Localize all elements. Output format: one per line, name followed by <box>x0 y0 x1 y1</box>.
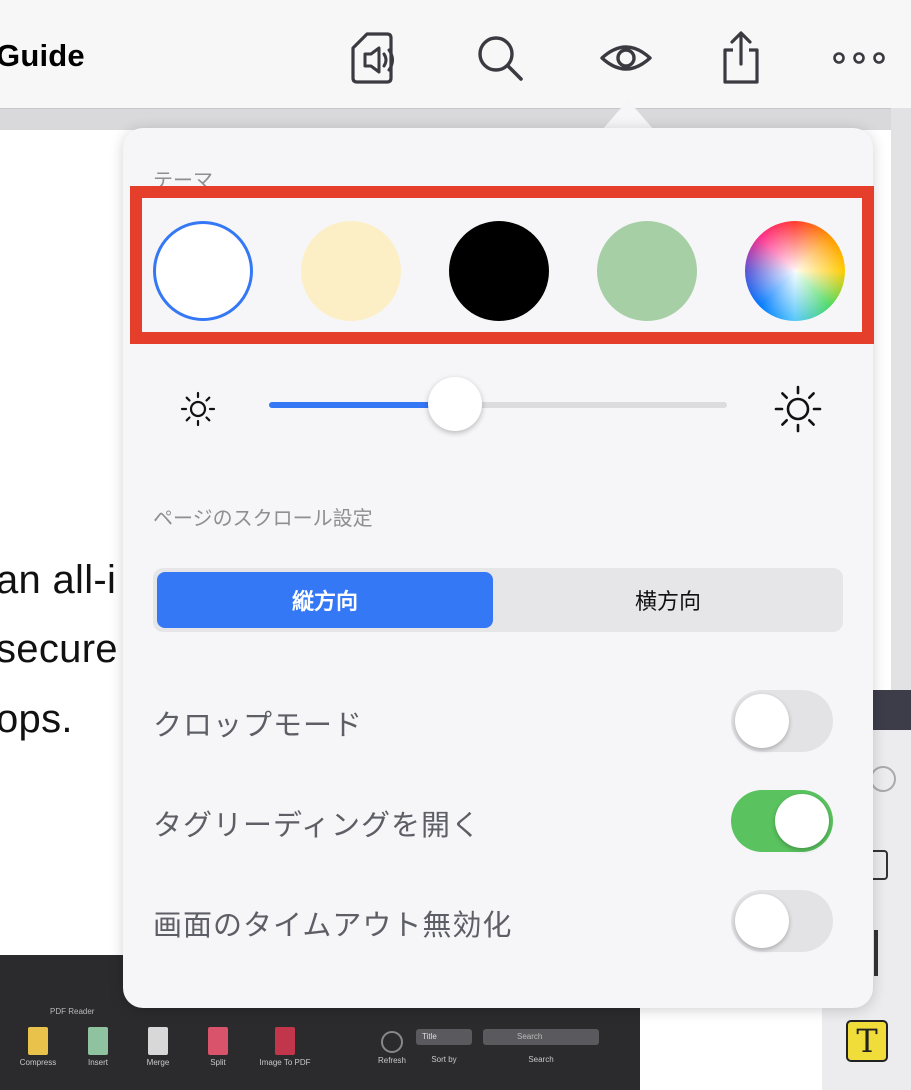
share-icon[interactable] <box>713 28 769 88</box>
search-icon[interactable] <box>472 28 528 88</box>
embedded-sort-control: Title Sort by <box>414 1027 474 1064</box>
brightness-slider-track[interactable] <box>269 402 727 408</box>
popover-arrow <box>602 100 654 130</box>
toggle-knob <box>775 794 829 848</box>
merge-icon <box>148 1027 168 1055</box>
compress-icon <box>28 1027 48 1055</box>
theme-highlight-box <box>130 186 874 344</box>
scroll-section-label: ページのスクロール設定 <box>153 508 373 530</box>
scroll-horizontal-option[interactable]: 横方向 <box>497 572 839 628</box>
toggle-knob <box>735 894 789 948</box>
embedded-search-control: Search Search <box>482 1027 600 1064</box>
embedded-refresh-tool: Refresh <box>362 1027 422 1065</box>
toggle-knob <box>735 694 789 748</box>
brightness-high-icon <box>773 384 823 439</box>
document-title: Guide <box>0 38 85 73</box>
crop-mode-label: クロップモード <box>153 710 364 742</box>
document-text-line: an all-i <box>0 558 117 602</box>
brightness-low-icon <box>179 390 217 433</box>
embedded-insert-tool: Insert <box>68 1027 128 1067</box>
screen-timeout-row: 画面のタイムアウト無効化 <box>153 890 833 952</box>
more-icon[interactable] <box>829 28 889 88</box>
circle-tool-icon[interactable] <box>870 766 896 792</box>
brightness-slider-fill <box>269 402 453 408</box>
insert-icon <box>88 1027 108 1055</box>
scroll-direction-segmented-control: 縦方向 横方向 <box>153 568 843 632</box>
crop-mode-row: クロップモード <box>153 690 833 752</box>
scroll-vertical-option[interactable]: 縦方向 <box>157 572 493 628</box>
embedded-image-to-pdf-tool: Image To PDF <box>250 1027 320 1067</box>
embedded-app-title: PDF Reader <box>50 1007 95 1016</box>
document-text-line: ops. <box>0 697 73 741</box>
tagged-reading-label: タグリーディングを開く <box>153 810 481 842</box>
document-text-line: secure <box>0 627 118 671</box>
eye-icon[interactable] <box>598 28 654 88</box>
screen-timeout-label: 画面のタイムアウト無効化 <box>153 910 513 942</box>
embedded-merge-tool: Merge <box>128 1027 188 1067</box>
embedded-search-field: Search <box>483 1029 599 1045</box>
embedded-split-tool: Split <box>188 1027 248 1067</box>
screen-timeout-toggle[interactable] <box>731 890 833 952</box>
embedded-compress-tool: Compress <box>8 1027 68 1067</box>
split-icon <box>208 1027 228 1055</box>
tagged-reading-toggle[interactable] <box>731 790 833 852</box>
brightness-slider-thumb[interactable] <box>428 377 483 431</box>
tagged-reading-row: タグリーディングを開く <box>153 790 833 852</box>
crop-mode-toggle[interactable] <box>731 690 833 752</box>
view-settings-popover: テーマ ページのスクロール設定 縦方向 横方向 クロップモード タグリーディング… <box>123 128 874 1008</box>
image-to-pdf-icon <box>275 1027 295 1055</box>
text-cursor-icon[interactable] <box>874 930 878 976</box>
top-navigation-bar: Guide <box>0 0 911 109</box>
sort-select: Title <box>416 1029 472 1045</box>
read-aloud-icon[interactable] <box>346 28 402 88</box>
text-tool-icon[interactable]: T <box>846 1020 888 1062</box>
refresh-icon <box>381 1031 403 1053</box>
